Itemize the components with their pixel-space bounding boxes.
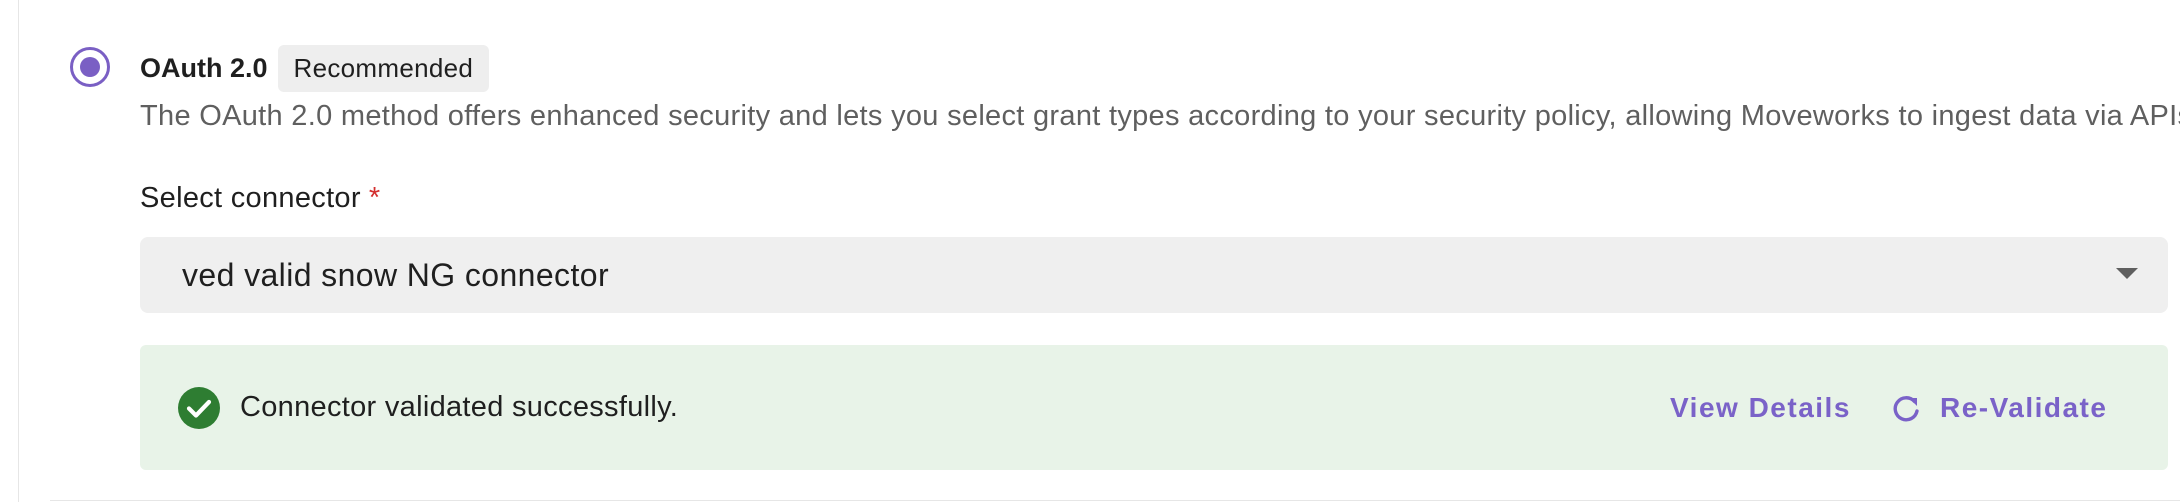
dropdown-arrow-icon	[2116, 268, 2138, 279]
oauth-radio-button[interactable]	[70, 47, 110, 87]
required-asterisk: *	[368, 182, 381, 214]
view-details-button[interactable]: View Details	[1670, 345, 1851, 470]
recommended-badge: Recommended	[277, 44, 490, 92]
revalidate-button[interactable]: Re-Validate	[1890, 345, 2107, 470]
radio-selected-dot	[80, 57, 100, 77]
option-name: OAuth 2.0	[140, 52, 268, 83]
bottom-divider	[50, 500, 2180, 501]
validation-message: Connector validated successfully.	[240, 391, 679, 423]
revalidate-label: Re-Validate	[1940, 391, 2108, 423]
connector-select[interactable]: ved valid snow NG connector	[140, 237, 2168, 313]
connector-select-value: ved valid snow NG connector	[182, 256, 610, 293]
left-divider	[18, 0, 19, 502]
option-header: OAuth 2.0 Recommended	[140, 44, 490, 92]
option-description: The OAuth 2.0 method offers enhanced sec…	[140, 100, 2180, 132]
select-connector-label-text: Select connector	[140, 182, 361, 214]
connector-auth-panel: OAuth 2.0 Recommended The OAuth 2.0 meth…	[0, 0, 2180, 502]
refresh-icon	[1893, 395, 1919, 421]
select-connector-label: Select connector *	[140, 182, 380, 215]
check-circle-icon	[178, 387, 220, 429]
validation-success-alert: Connector validated successfully. View D…	[140, 345, 2168, 470]
